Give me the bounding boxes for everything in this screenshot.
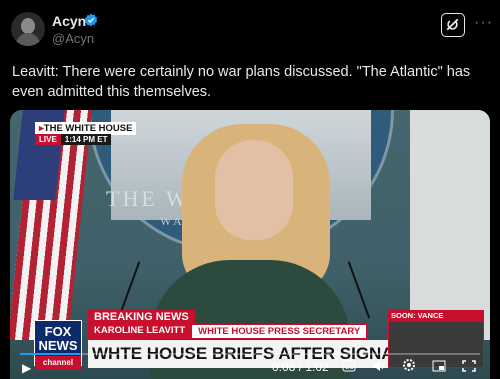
- grok-glyph-icon: [446, 18, 459, 31]
- live-indicator: LIVE 1:14 PM ET: [35, 134, 112, 145]
- svg-text:CC: CC: [345, 365, 354, 371]
- avatar-face: [21, 18, 35, 34]
- breaking-news-label: BREAKING NEWS: [88, 310, 195, 324]
- fullscreen-icon[interactable]: [462, 360, 476, 375]
- chyron: FOX NEWS channel BREAKING NEWS KAROLINE L…: [10, 310, 490, 379]
- video-progress-bar[interactable]: [20, 353, 480, 355]
- play-icon[interactable]: ▶: [22, 361, 31, 375]
- fox-news-logo: FOX NEWS channel: [34, 320, 82, 370]
- more-options-icon[interactable]: ···: [474, 14, 493, 32]
- live-label: LIVE: [35, 134, 61, 145]
- tweet-header: Acyn @Acyn ···: [0, 0, 500, 56]
- avatar[interactable]: [11, 12, 45, 46]
- video-timecode: 0:08 / 1:02: [272, 360, 329, 374]
- speaker-name: KAROLINE LEAVITT: [88, 324, 192, 339]
- live-time: 1:14 PM ET: [60, 134, 112, 145]
- video-progress-fill: [20, 353, 80, 355]
- pip-icon[interactable]: [432, 360, 446, 375]
- backdrop-panel: [410, 110, 490, 340]
- author-name[interactable]: Acyn: [52, 13, 86, 29]
- volume-icon[interactable]: [372, 360, 386, 375]
- avatar-body: [16, 33, 40, 46]
- tweet-text: Leavitt: There were certainly no war pla…: [12, 64, 471, 100]
- author-handle[interactable]: @Acyn: [52, 31, 94, 46]
- name-strip: KAROLINE LEAVITT WHITE HOUSE PRESS SECRE…: [88, 324, 368, 339]
- speaker-face: [215, 140, 293, 240]
- speaker-role: WHITE HOUSE PRESS SECRETARY: [191, 324, 368, 339]
- settings-icon[interactable]: [402, 358, 416, 375]
- verified-badge-icon: [84, 13, 98, 27]
- video-player[interactable]: THE WHI SE WAS ▸THE WHITE HOUSE LIVE 1:1…: [10, 110, 490, 379]
- grok-icon[interactable]: [441, 13, 465, 37]
- captions-icon[interactable]: CC: [342, 360, 356, 375]
